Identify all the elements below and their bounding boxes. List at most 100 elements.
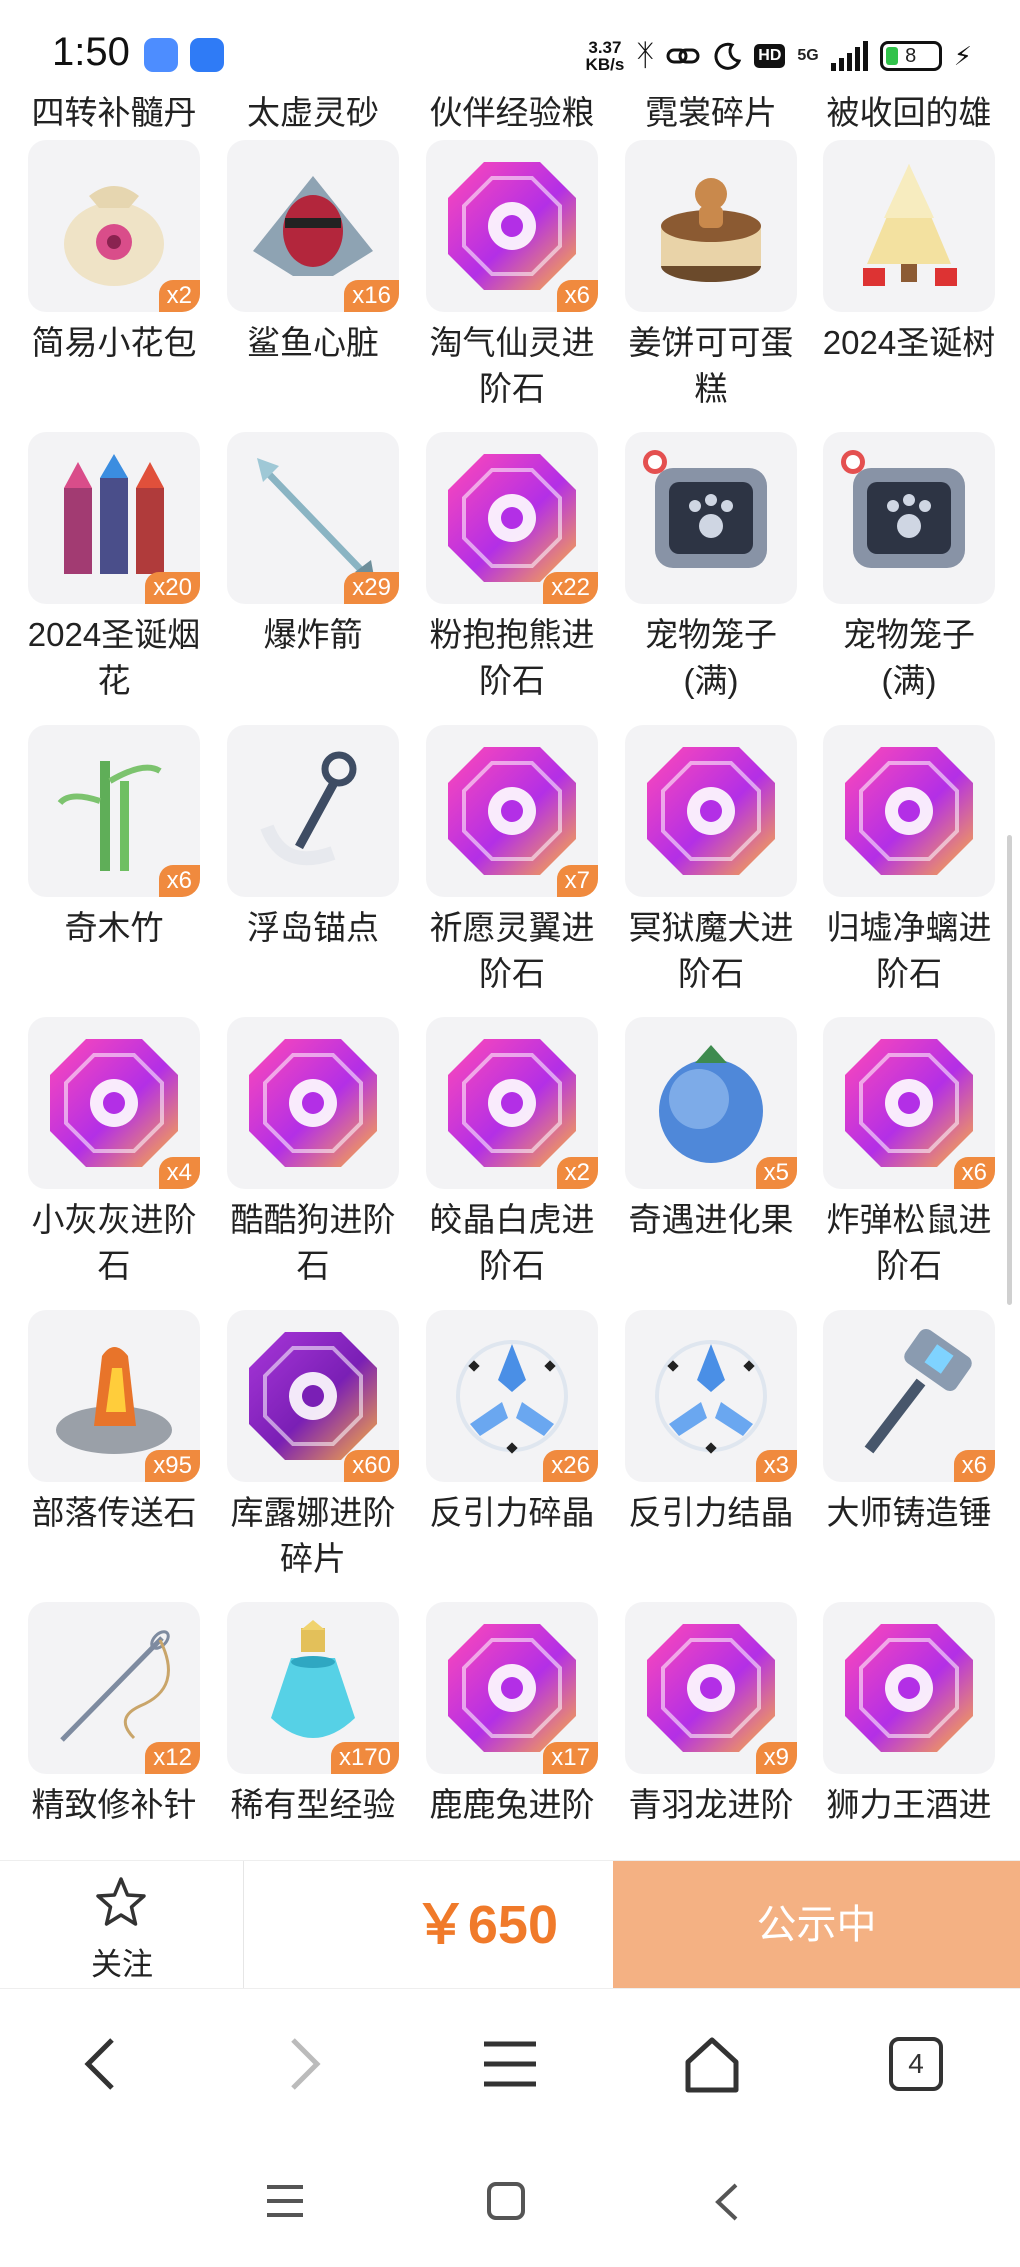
item-count-badge: x5 [755,1157,797,1189]
item-tile[interactable] [625,140,797,312]
item-tile[interactable]: x2 [426,1017,598,1189]
follow-label: 关注 [91,1947,153,1982]
network-type: 5G [797,47,819,64]
item-label: 反引力结晶 [628,1494,794,1531]
hd-badge: HD [754,44,786,68]
system-home-button[interactable] [486,2181,526,2221]
item-tile[interactable]: x6 [823,1310,995,1482]
item-count-badge: x12 [145,1742,200,1774]
item-tile[interactable] [625,432,797,604]
battery-level: 8 [905,44,917,67]
item-tile[interactable]: x2 [28,140,200,312]
item-tile[interactable] [625,725,797,897]
item-tile[interactable]: x60 [227,1310,399,1482]
item-label: 太虚灵砂 [247,94,379,131]
item-label: 奇遇进化果 [628,1201,794,1238]
item-tile[interactable] [823,140,995,312]
cloud-app-icon [144,38,178,72]
item-tile[interactable] [823,1602,995,1774]
item-tile[interactable] [227,725,399,897]
tabs-count: 4 [889,2037,943,2091]
home-icon [685,2037,739,2093]
item-tile[interactable]: x12 [28,1602,200,1774]
moon-icon [714,42,742,70]
publicity-status-button[interactable]: 公示中 [613,1861,1020,1989]
item-label: 姜饼可可蛋 糕 [628,324,794,407]
menu-button[interactable] [470,2024,550,2104]
item-label: 青羽龙进阶 [628,1786,794,1823]
item-label: 2024圣诞烟 花 [27,616,201,699]
item-label: 祈愿灵翼进 阶石 [429,909,595,992]
item-tile[interactable]: x95 [28,1310,200,1482]
network-speed-unit: KB/s [585,55,625,74]
follow-button[interactable]: 关注 [0,1861,244,1989]
item-tile[interactable]: x6 [823,1017,995,1189]
star-icon [96,1877,146,1926]
item-tile[interactable]: x9 [625,1602,797,1774]
status-indicators: 3.37 KB/s ᛡ HD 5G 8 ⚡ [586,34,972,78]
item-count-badge: x26 [543,1450,598,1482]
item-count-badge: x29 [344,572,399,604]
menu-icon [484,2041,536,2087]
item-tile[interactable]: x7 [426,725,598,897]
item-count-badge: x95 [145,1450,200,1482]
network-speed-value: 3.37 [588,38,622,57]
item-label: 小灰灰进阶 石 [31,1201,197,1284]
system-nav [0,2138,1020,2267]
item-label: 皎晶白虎进 阶石 [429,1201,595,1284]
item-label: 四转补髓丹 [31,94,197,131]
item-tile[interactable]: x3 [625,1310,797,1482]
item-label: 归墟净螭进 阶石 [826,909,992,992]
item-tile[interactable] [823,725,995,897]
item-label: 浮岛锚点 [247,909,379,946]
item-tile[interactable]: x29 [227,432,399,604]
charging-icon: ⚡ [953,40,972,71]
item-list[interactable]: 四转补髓丹太虚灵砂伙伴经验粮霓裳碎片被收回的雄 文号x2简易小花包x16鲨鱼心脏… [0,90,1020,1860]
item-count-badge: x20 [145,572,200,604]
forward-button[interactable] [265,2024,345,2104]
link-icon [666,48,700,64]
battery-icon: 8 [879,41,942,71]
item-count-badge: x2 [158,280,200,312]
item-tile[interactable]: x22 [426,432,598,604]
item-count-badge: x9 [755,1742,797,1774]
item-tile[interactable]: x5 [625,1017,797,1189]
item-label: 狮力王酒进 [826,1786,992,1823]
item-count-badge: x6 [158,865,200,897]
item-label: 宠物笼子 (满) [843,616,975,699]
back-button[interactable] [60,2024,140,2104]
item-tile[interactable]: x17 [426,1602,598,1774]
recent-apps-button[interactable] [265,2183,305,2219]
item-tile[interactable]: x26 [426,1310,598,1482]
item-label: 大师铸造锤 [826,1494,992,1531]
item-tile[interactable]: x170 [227,1602,399,1774]
tabs-button[interactable]: 4 [876,2024,956,2104]
item-count-badge: x6 [953,1450,995,1482]
item-tile[interactable]: x16 [227,140,399,312]
item-count-badge: x22 [543,572,598,604]
item-count-badge: x3 [755,1450,797,1482]
item-tile[interactable] [227,1017,399,1189]
item-label: 鹿鹿兔进阶 [429,1786,595,1823]
item-count-badge: x6 [556,280,598,312]
item-label: 爆炸箭 [263,616,363,653]
price: ￥650 [413,1895,558,1955]
item-label: 简易小花包 [31,324,197,361]
item-tile[interactable]: x20 [28,432,200,604]
item-label: 冥狱魔犬进 阶石 [628,909,794,992]
item-label: 宠物笼子 (满) [645,616,777,699]
item-tile[interactable] [823,432,995,604]
system-back-button[interactable] [712,2181,742,2223]
status-time: 1:50 [52,30,130,74]
item-tile[interactable]: x6 [426,140,598,312]
scrollbar[interactable] [1007,835,1012,1305]
item-label: 库露娜进阶 碎片 [230,1494,396,1577]
item-tile[interactable]: x6 [28,725,200,897]
item-tile[interactable]: x4 [28,1017,200,1189]
item-label: 酷酷狗进阶 石 [230,1201,396,1284]
signal-icon [830,41,868,71]
home-button[interactable] [672,2024,752,2104]
item-label: 炸弹松鼠进 阶石 [826,1201,992,1284]
item-label: 2024圣诞树 [822,324,996,361]
item-count-badge: x16 [344,280,399,312]
